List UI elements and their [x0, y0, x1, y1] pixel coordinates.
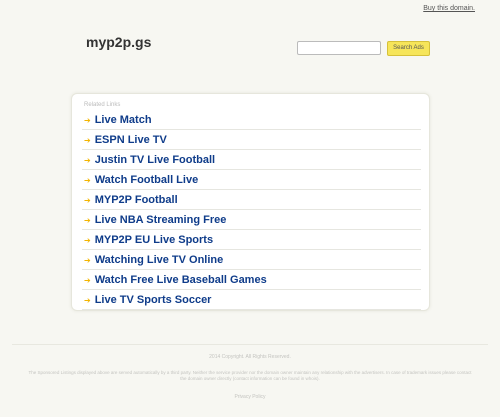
disclaimer-text: The Sponsored Listings displayed above a… — [28, 370, 472, 381]
list-item[interactable]: ➔ MYP2P EU Live Sports — [82, 231, 421, 250]
related-links-panel: Related Links ➔ Live Match ➔ ESPN Live TV … — [71, 93, 430, 311]
search-input[interactable] — [297, 41, 381, 55]
arrow-right-icon: ➔ — [84, 255, 91, 265]
arrow-right-icon: ➔ — [84, 195, 91, 205]
search-ads-button[interactable]: Search Ads — [387, 41, 430, 56]
link-label[interactable]: Live TV Sports Soccer — [95, 294, 212, 306]
list-item[interactable]: ➔ Live TV Sports Soccer — [82, 291, 421, 310]
link-label[interactable]: Live Match — [95, 114, 152, 126]
list-item[interactable]: ➔ Justin TV Live Football — [82, 151, 421, 170]
site-title: myp2p.gs — [86, 34, 152, 50]
arrow-right-icon: ➔ — [84, 215, 91, 225]
link-label[interactable]: MYP2P Football — [95, 194, 178, 206]
list-item[interactable]: ➔ ESPN Live TV — [82, 131, 421, 150]
related-links-list: ➔ Live Match ➔ ESPN Live TV ➔ Justin TV Liv… — [82, 111, 421, 311]
link-label[interactable]: Watching Live TV Online — [95, 254, 224, 266]
list-item[interactable]: ➔ Live Match — [82, 111, 421, 130]
list-item[interactable]: ➔ Live NBA Streaming Free — [82, 211, 421, 230]
arrow-right-icon: ➔ — [84, 235, 91, 245]
arrow-right-icon: ➔ — [84, 175, 91, 185]
arrow-right-icon: ➔ — [84, 115, 91, 125]
footer-divider — [12, 344, 488, 345]
related-links-heading: Related Links — [84, 102, 121, 108]
list-item[interactable]: ➔ Watch Free Live Baseball Games — [82, 271, 421, 290]
arrow-right-icon: ➔ — [84, 275, 91, 285]
arrow-right-icon: ➔ — [84, 295, 91, 305]
link-label[interactable]: MYP2P EU Live Sports — [95, 234, 213, 246]
arrow-right-icon: ➔ — [84, 135, 91, 145]
link-label[interactable]: ESPN Live TV — [95, 134, 167, 146]
link-label[interactable]: Justin TV Live Football — [95, 154, 215, 166]
arrow-right-icon: ➔ — [84, 155, 91, 165]
link-label[interactable]: Watch Football Live — [95, 174, 199, 186]
copyright-text: 2014 Copyright. All Rights Reserved. — [209, 354, 291, 360]
list-item[interactable]: ➔ MYP2P Football — [82, 191, 421, 210]
list-item[interactable]: ➔ Watch Football Live — [82, 171, 421, 190]
link-label[interactable]: Watch Free Live Baseball Games — [95, 274, 267, 286]
privacy-policy-link[interactable]: Privacy Policy — [0, 394, 500, 400]
buy-domain-link[interactable]: Buy this domain. — [423, 5, 475, 12]
list-item[interactable]: ➔ Watching Live TV Online — [82, 251, 421, 270]
link-label[interactable]: Live NBA Streaming Free — [95, 214, 227, 226]
